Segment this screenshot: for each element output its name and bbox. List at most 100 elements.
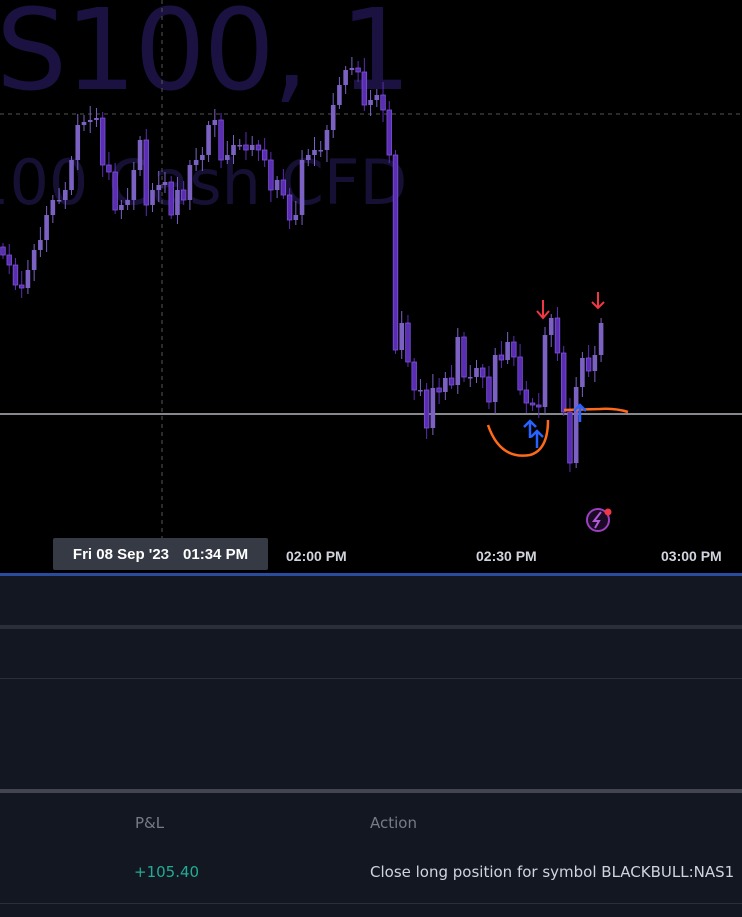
candle-body xyxy=(523,389,530,404)
candle-body xyxy=(517,356,523,391)
candle-body xyxy=(224,155,230,160)
candle xyxy=(592,346,598,382)
candle xyxy=(25,260,31,294)
candle-body xyxy=(474,368,479,377)
candle-body xyxy=(237,145,243,147)
candle xyxy=(99,112,106,177)
candle xyxy=(337,77,342,109)
candle-body xyxy=(443,378,448,392)
candle xyxy=(505,332,510,364)
candle xyxy=(94,108,99,127)
candle-body xyxy=(374,95,380,100)
candle-body xyxy=(12,264,19,286)
candle-body xyxy=(193,160,199,165)
candle-body xyxy=(511,341,517,358)
divider xyxy=(0,678,742,679)
pane-separator[interactable] xyxy=(0,625,742,629)
candle xyxy=(193,148,199,171)
candle-body xyxy=(162,182,168,185)
candle xyxy=(206,121,211,162)
candle xyxy=(274,176,280,198)
candle xyxy=(368,90,373,116)
candle-body xyxy=(50,200,56,215)
candle xyxy=(150,183,155,212)
lightning-alert-icon[interactable] xyxy=(586,508,612,532)
candle-body xyxy=(536,404,542,408)
candle-body xyxy=(430,388,436,428)
time-axis-label: 02:30 PM xyxy=(476,548,537,564)
candle xyxy=(380,82,386,122)
candle xyxy=(280,169,287,199)
candle-body xyxy=(461,336,467,378)
candle xyxy=(330,93,336,138)
candle xyxy=(580,352,585,397)
candle-body xyxy=(324,130,330,150)
candle xyxy=(349,57,355,75)
candle-body xyxy=(392,154,399,351)
active-pane-border xyxy=(0,573,742,576)
action-text: Close long position for symbol BLACKBULL… xyxy=(370,863,735,881)
candle-body xyxy=(337,85,342,105)
candle xyxy=(542,327,548,414)
candle-body xyxy=(249,145,255,150)
candle-body xyxy=(206,125,211,155)
candle xyxy=(598,318,604,362)
candle xyxy=(374,89,380,107)
candle xyxy=(474,360,479,383)
candle xyxy=(355,61,361,82)
candle xyxy=(511,336,517,366)
candle-body xyxy=(305,155,311,160)
candle xyxy=(305,149,311,166)
candle-body xyxy=(119,205,124,210)
candle-body xyxy=(150,190,155,205)
column-header-action[interactable]: Action xyxy=(370,814,417,832)
candle-body xyxy=(349,68,355,70)
column-header-pnl[interactable]: P&L xyxy=(135,814,164,832)
candle xyxy=(180,181,187,205)
candle-body xyxy=(268,159,274,191)
candle xyxy=(69,156,74,195)
candle xyxy=(324,125,330,162)
candle xyxy=(261,138,268,167)
candle-body xyxy=(554,317,561,354)
candle-body xyxy=(380,94,386,111)
candle xyxy=(561,346,567,416)
candle xyxy=(312,137,317,166)
candle-body xyxy=(31,250,37,270)
candle xyxy=(137,136,143,176)
candle xyxy=(31,244,37,281)
crosshair-time-label: Fri 08 Sep '23 01:34 PM xyxy=(53,538,268,570)
candle xyxy=(156,171,162,202)
candle-body xyxy=(255,144,262,151)
candle xyxy=(480,364,486,388)
candle xyxy=(44,206,49,252)
candle xyxy=(443,372,448,400)
candle-body xyxy=(498,354,505,361)
candle xyxy=(361,58,368,111)
candle xyxy=(106,152,112,180)
time-axis-label: 03:00 PM xyxy=(661,548,722,564)
candle-body xyxy=(0,246,6,256)
candle xyxy=(6,244,12,274)
candle-body xyxy=(318,150,324,152)
candle-body xyxy=(87,120,93,122)
candle-body xyxy=(467,377,473,379)
candle-body xyxy=(399,323,405,350)
candle-body xyxy=(187,165,193,200)
price-chart[interactable]: S100, 1 100 Cash CFD Fri 08 Sep '23 01:3… xyxy=(0,0,742,574)
candle xyxy=(517,344,523,395)
candle xyxy=(548,314,554,347)
candle-body xyxy=(386,109,392,156)
candle xyxy=(237,139,243,150)
candle-body xyxy=(330,105,336,130)
candle xyxy=(554,307,561,361)
candle xyxy=(231,135,236,164)
candle-body xyxy=(112,171,118,211)
panel-resize-handle[interactable] xyxy=(0,789,742,793)
candle-body xyxy=(286,194,293,221)
candle xyxy=(423,383,430,439)
candle-body xyxy=(131,170,137,200)
candle-body xyxy=(299,160,305,215)
candle xyxy=(56,188,62,204)
candle-body xyxy=(405,322,411,363)
